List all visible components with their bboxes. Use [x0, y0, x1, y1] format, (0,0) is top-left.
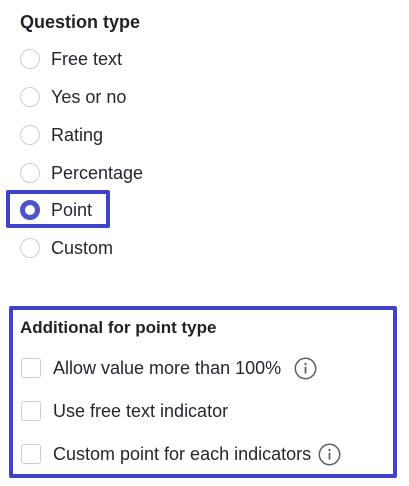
- info-icon[interactable]: [294, 357, 317, 380]
- radio-button-rating[interactable]: [20, 125, 40, 145]
- checkbox-option-custom-point[interactable]: Custom point for each indicators: [21, 441, 341, 467]
- radio-option-yes-or-no[interactable]: Yes or no: [20, 84, 126, 110]
- checkbox-option-allow-over-100[interactable]: Allow value more than 100%: [21, 355, 317, 381]
- checkbox-label-custom-point: Custom point for each indicators: [53, 444, 312, 464]
- info-icon[interactable]: [318, 443, 341, 466]
- radio-label-point: Point: [51, 200, 93, 220]
- radio-option-free-text[interactable]: Free text: [20, 46, 122, 72]
- checkbox-allow-over-100[interactable]: [21, 358, 41, 378]
- checkbox-custom-point[interactable]: [21, 444, 41, 464]
- radio-button-percentage[interactable]: [20, 163, 40, 183]
- radio-button-yes-or-no[interactable]: [20, 87, 40, 107]
- checkbox-label-allow-over-100: Allow value more than 100%: [53, 358, 282, 378]
- radio-option-point[interactable]: Point: [20, 197, 92, 223]
- point-type-panel-title: Additional for point type: [20, 318, 217, 337]
- question-type-title: Question type: [20, 12, 141, 32]
- radio-button-free-text[interactable]: [20, 49, 40, 69]
- radio-option-percentage[interactable]: Percentage: [20, 160, 143, 186]
- checkbox-label-free-text-indicator: Use free text indicator: [53, 401, 229, 421]
- checkbox-option-free-text-indicator[interactable]: Use free text indicator: [21, 398, 228, 424]
- radio-label-rating: Rating: [51, 125, 104, 145]
- radio-label-free-text: Free text: [51, 49, 123, 69]
- checkbox-free-text-indicator[interactable]: [21, 401, 41, 421]
- radio-option-custom[interactable]: Custom: [20, 235, 113, 261]
- radio-button-point-selected[interactable]: [20, 200, 40, 220]
- radio-label-yes-or-no: Yes or no: [51, 87, 127, 107]
- radio-option-rating[interactable]: Rating: [20, 122, 103, 148]
- radio-button-custom[interactable]: [20, 238, 40, 258]
- radio-label-percentage: Percentage: [51, 163, 144, 183]
- radio-label-custom: Custom: [51, 238, 114, 258]
